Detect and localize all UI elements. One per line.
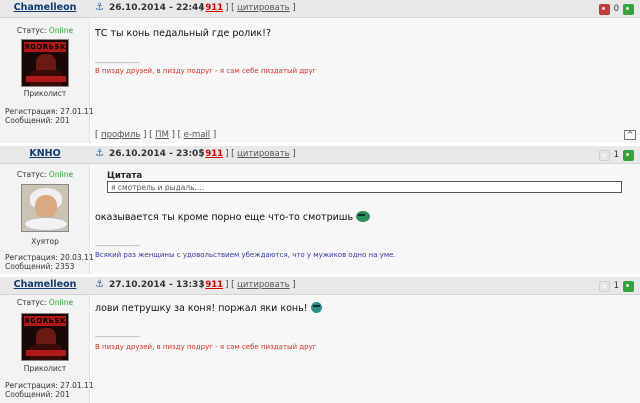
smiley-icon bbox=[356, 211, 371, 222]
avatar-logo: ЯGORЬSK bbox=[24, 316, 66, 326]
rate-plus-icon[interactable] bbox=[623, 149, 634, 161]
post-number-link[interactable]: 911 bbox=[205, 280, 223, 290]
rate-plus-icon[interactable] bbox=[623, 3, 634, 15]
post-text-content: лови петрушку за коня! поржал яки конь! bbox=[95, 303, 308, 314]
post-anchor-icon[interactable]: ⚓ bbox=[95, 3, 105, 13]
rate-minus-icon[interactable] bbox=[598, 3, 610, 15]
registration-date: Регистрация: 27.01.11 bbox=[5, 381, 94, 390]
post-2: KNHO ⚓ 26.10.2014 - 23:05 [911] [ цитиро… bbox=[0, 146, 640, 274]
signature: Всякий раз женщины с удовольствием убежд… bbox=[95, 251, 396, 259]
smiley-icon bbox=[310, 302, 322, 313]
user-status: Статус: Online bbox=[0, 298, 90, 307]
rate-minus-icon[interactable] bbox=[598, 280, 610, 292]
rating-controls: 1 bbox=[598, 149, 634, 161]
email-link[interactable]: e-mail bbox=[184, 130, 211, 140]
post-header-links: [911] [ цитировать ] bbox=[200, 149, 296, 159]
post-anchor-icon[interactable]: ⚓ bbox=[95, 149, 105, 159]
quote-link[interactable]: цитировать bbox=[237, 3, 290, 13]
user-rank: Приколист bbox=[23, 364, 67, 373]
quote-link[interactable]: цитировать bbox=[237, 280, 290, 290]
rating-value: 0 bbox=[613, 4, 619, 14]
post-anchor-icon[interactable]: ⚓ bbox=[95, 280, 105, 290]
quote-link[interactable]: цитировать bbox=[237, 149, 290, 159]
post-number-link[interactable]: 911 bbox=[205, 149, 223, 159]
status-value: Online bbox=[48, 298, 74, 307]
user-rank: Хуятор bbox=[31, 237, 59, 246]
post-date: 27.10.2014 - 13:33 bbox=[109, 280, 205, 290]
user-status: Статус: Online bbox=[0, 26, 90, 35]
quote-text: я смотрель и рыдаль.... bbox=[107, 181, 622, 193]
author-name-link[interactable]: KNHO bbox=[0, 148, 90, 159]
avatar[interactable]: ЯGORЬSK bbox=[21, 313, 69, 361]
avatar[interactable] bbox=[21, 184, 69, 232]
author-name-link[interactable]: Chamelleon bbox=[0, 2, 90, 13]
status-label: Статус: bbox=[16, 298, 47, 307]
user-meta: Регистрация: 27.01.11 Сообщений: 201 bbox=[5, 381, 94, 399]
signature-separator: -------------------- bbox=[95, 242, 140, 250]
message-count: Сообщений: 201 bbox=[5, 116, 70, 125]
post-header-links: [911] [ цитировать ] bbox=[200, 3, 296, 13]
profile-link[interactable]: профиль bbox=[101, 130, 140, 140]
status-value: Online bbox=[48, 170, 74, 179]
message-count: Сообщений: 2353 bbox=[5, 262, 75, 271]
signature-separator: -------------------- bbox=[95, 59, 140, 67]
quote-title: Цитата bbox=[107, 171, 143, 181]
user-status: Статус: Online bbox=[0, 170, 90, 179]
post-date: 26.10.2014 - 22:44 bbox=[109, 3, 205, 13]
registration-date: Регистрация: 27.01.11 bbox=[5, 107, 94, 116]
post-footer-links: [ профиль ] [ ПМ ] [ e-mail ] bbox=[95, 130, 217, 140]
message-count: Сообщений: 201 bbox=[5, 390, 70, 399]
signature: В пизду друзей, в пизду подруг - я сам с… bbox=[95, 343, 317, 351]
status-label: Статус: bbox=[16, 26, 47, 35]
post-number-link[interactable]: 911 bbox=[205, 3, 223, 13]
avatar[interactable]: ЯGORЬSK bbox=[21, 39, 69, 87]
post-1: Chamelleon ⚓ 26.10.2014 - 22:44 [911] [ … bbox=[0, 0, 640, 143]
user-meta: Регистрация: 27.01.11 Сообщений: 201 bbox=[5, 107, 94, 125]
post-text: лови петрушку за коня! поржал яки конь! bbox=[95, 302, 322, 314]
post-header-links: [911] [ цитировать ] bbox=[200, 280, 296, 290]
author-name-link[interactable]: Chamelleon bbox=[0, 279, 90, 290]
signature-separator: -------------------- bbox=[95, 333, 140, 341]
status-value: Online bbox=[48, 26, 74, 35]
pm-link[interactable]: ПМ bbox=[155, 130, 169, 140]
post-3: Chamelleon ⚓ 27.10.2014 - 13:33 [911] [ … bbox=[0, 277, 640, 403]
post-text: оказывается ты кроме порно еще что-то см… bbox=[95, 211, 371, 223]
rating-controls: 1 bbox=[598, 280, 634, 292]
post-text-content: оказывается ты кроме порно еще что-то см… bbox=[95, 212, 354, 223]
rate-plus-icon[interactable] bbox=[623, 280, 634, 292]
registration-date: Регистрация: 20.03.11 bbox=[5, 253, 94, 262]
signature: В пизду друзей, в пизду подруг - я сам с… bbox=[95, 67, 317, 75]
rating-value: 1 bbox=[613, 281, 619, 291]
scroll-up-button[interactable]: ^ bbox=[624, 130, 636, 140]
status-label: Статус: bbox=[16, 170, 47, 179]
post-date: 26.10.2014 - 23:05 bbox=[109, 149, 205, 159]
rating-value: 1 bbox=[613, 150, 619, 160]
post-text: ТС ты конь педальный где ролик!? bbox=[95, 28, 272, 39]
user-meta: Регистрация: 20.03.11 Сообщений: 2353 bbox=[5, 253, 94, 271]
quote-block: Цитата я смотрель и рыдаль.... bbox=[107, 171, 622, 193]
rating-controls: 0 bbox=[598, 3, 634, 15]
avatar-logo: ЯGORЬSK bbox=[24, 42, 66, 52]
user-rank: Приколист bbox=[23, 89, 67, 98]
rate-minus-icon[interactable] bbox=[598, 149, 610, 161]
